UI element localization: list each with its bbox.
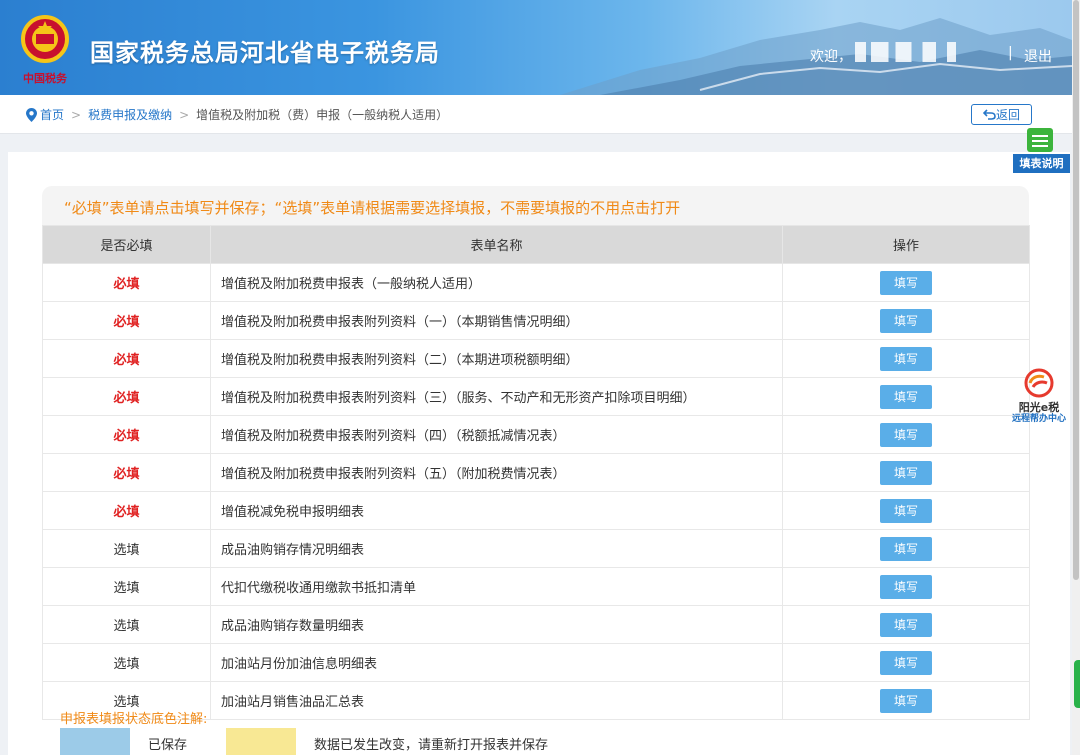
fill-form-button[interactable]: 填写: [880, 498, 932, 523]
back-button-label: 返回: [995, 108, 1020, 122]
legend-changed-swatch: [226, 728, 296, 755]
breadcrumb-bar: 首页 > 税费申报及缴纳 > 增值税及附加税（费）申报（一般纳税人适用）: [0, 95, 1072, 134]
fill-form-button[interactable]: 填写: [880, 688, 932, 713]
fill-instructions-label: 填表说明: [1013, 154, 1070, 173]
fill-form-button[interactable]: 填写: [880, 612, 932, 637]
table-row: 必填 增值税及附加税费申报表附列资料（四）（税额抵减情况表） 填写: [42, 415, 1030, 454]
svg-text:中国税务: 中国税务: [23, 71, 68, 85]
action-cell: 填写: [782, 263, 1030, 302]
return-arrow-icon: [982, 109, 996, 120]
legend-changed-label: 数据已发生改变，请重新打开报表并保存: [314, 738, 549, 753]
table-row: 必填 增值税及附加税费申报表附列资料（一）（本期销售情况明细） 填写: [42, 301, 1030, 340]
welcome-text: 欢迎，: [810, 49, 852, 65]
required-flag: 必填: [42, 491, 211, 530]
form-name: 代扣代缴税收通用缴款书抵扣清单: [210, 567, 783, 606]
back-button[interactable]: 返回: [971, 104, 1032, 125]
column-header-required: 是否必填: [42, 225, 211, 264]
sunshine-etax-logo-icon: [1024, 368, 1054, 398]
legend-saved-swatch: [60, 728, 130, 755]
breadcrumb-tax-filing[interactable]: 税费申报及缴纳: [88, 106, 172, 123]
action-cell: 填写: [782, 377, 1030, 416]
sunshine-etax-widget[interactable]: 阳光e税 远程帮办中心: [1008, 368, 1070, 430]
logout-link[interactable]: 退出: [1024, 46, 1052, 66]
required-flag: 必填: [42, 415, 211, 454]
sunshine-etax-title: 阳光e税: [1018, 401, 1060, 414]
required-flag: 选填: [42, 567, 211, 606]
table-row: 必填 增值税及附加税费申报表附列资料（五）（附加税费情况表） 填写: [42, 453, 1030, 492]
breadcrumb-arrow: >: [179, 107, 190, 122]
side-service-tab[interactable]: [1074, 660, 1080, 708]
location-pin-icon: [26, 107, 37, 122]
legend-title: 申报表填报状态底色注解:: [60, 712, 208, 727]
notice-text: “必填”表单请点击填写并保存；“选填”表单请根据需要选择填报，不需要填报的不用点…: [64, 199, 681, 217]
action-cell: 填写: [782, 339, 1030, 378]
table-row: 必填 增值税及附加税费申报表附列资料（三）（服务、不动产和无形资产扣除项目明细） 填…: [42, 377, 1030, 416]
breadcrumb: 首页 > 税费申报及缴纳 > 增值税及附加税（费）申报（一般纳税人适用）: [26, 106, 448, 123]
breadcrumb-current: 增值税及附加税（费）申报（一般纳税人适用）: [196, 108, 449, 122]
column-header-form-name: 表单名称: [210, 225, 783, 264]
book-icon: [1027, 128, 1053, 152]
form-name: 增值税及附加税费申报表附列资料（五）（附加税费情况表）: [210, 453, 783, 492]
form-name: 增值税及附加税费申报表附列资料（四）（税额抵减情况表）: [210, 415, 783, 454]
site-header: 中国税务 国家税务总局河北省电子税务局 欢迎， | 退出: [0, 0, 1072, 95]
site-title: 国家税务总局河北省电子税务局: [90, 39, 440, 67]
action-cell: 填写: [782, 453, 1030, 492]
form-name: 增值税及附加税费申报表附列资料（二）（本期进项税额明细）: [210, 339, 783, 378]
fill-instructions-widget[interactable]: 填表说明: [1013, 128, 1070, 174]
form-name: 增值税及附加税费申报表附列资料（三）（服务、不动产和无形资产扣除项目明细）: [210, 377, 783, 416]
action-cell: 填写: [782, 567, 1030, 606]
form-name: 成品油购销存情况明细表: [210, 529, 783, 568]
fill-form-button[interactable]: 填写: [880, 650, 932, 675]
fill-form-button[interactable]: 填写: [880, 460, 932, 485]
username-masked: [855, 42, 990, 62]
table-header-row: 是否必填 表单名称 操作: [42, 225, 1030, 264]
column-header-action: 操作: [782, 225, 1030, 264]
fill-form-button[interactable]: 填写: [880, 384, 932, 409]
table-row: 选填 成品油购销存数量明细表 填写: [42, 605, 1030, 644]
form-name: 加油站月份加油信息明细表: [210, 643, 783, 682]
sunshine-etax-subtitle: 远程帮办中心: [1011, 414, 1066, 424]
required-flag: 选填: [42, 643, 211, 682]
table-row: 选填 成品油购销存情况明细表 填写: [42, 529, 1030, 568]
form-name: 增值税及附加税费申报表附列资料（一）（本期销售情况明细）: [210, 301, 783, 340]
required-flag: 必填: [42, 263, 211, 302]
form-name: 增值税减免税申报明细表: [210, 491, 783, 530]
table-row: 必填 增值税及附加税费申报表附列资料（二）（本期进项税额明细） 填写: [42, 339, 1030, 378]
required-flag: 必填: [42, 339, 211, 378]
fill-form-button[interactable]: 填写: [880, 536, 932, 561]
forms-table: 是否必填 表单名称 操作 必填 增值税及附加税费申报表（一般纳税人适用） 填写 必填增…: [42, 225, 1030, 720]
action-cell: 填写: [782, 529, 1030, 568]
required-flag: 选填: [42, 605, 211, 644]
form-name: 增值税及附加税费申报表（一般纳税人适用）: [210, 263, 783, 302]
header-separator: |: [1008, 45, 1013, 61]
legend-saved-label: 已保存: [148, 738, 188, 753]
breadcrumb-home[interactable]: 首页: [40, 106, 64, 123]
action-cell: 填写: [782, 605, 1030, 644]
tax-emblem-logo: 中国税务: [21, 15, 69, 85]
required-flag: 必填: [42, 301, 211, 340]
form-name: 成品油购销存数量明细表: [210, 605, 783, 644]
form-name: 加油站月销售油品汇总表: [210, 681, 783, 720]
page-scrollbar-thumb[interactable]: [1073, 0, 1079, 580]
action-cell: 填写: [782, 491, 1030, 530]
required-flag: 必填: [42, 377, 211, 416]
table-row: 选填 加油站月份加油信息明细表 填写: [42, 643, 1030, 682]
fill-form-button[interactable]: 填写: [880, 346, 932, 371]
action-cell: 填写: [782, 681, 1030, 720]
action-cell: 填写: [782, 415, 1030, 454]
fill-form-button[interactable]: 填写: [880, 422, 932, 447]
breadcrumb-arrow: >: [71, 107, 82, 122]
action-cell: 填写: [782, 301, 1030, 340]
action-cell: 填写: [782, 643, 1030, 682]
table-row: 必填 增值税减免税申报明细表 填写: [42, 491, 1030, 530]
required-flag: 必填: [42, 453, 211, 492]
fill-form-button[interactable]: 填写: [880, 308, 932, 333]
required-flag: 选填: [42, 529, 211, 568]
fill-form-button[interactable]: 填写: [880, 574, 932, 599]
fill-form-button[interactable]: 填写: [880, 270, 932, 295]
table-row: 必填 增值税及附加税费申报表（一般纳税人适用） 填写: [42, 263, 1030, 302]
table-row: 选填 代扣代缴税收通用缴款书抵扣清单 填写: [42, 567, 1030, 606]
